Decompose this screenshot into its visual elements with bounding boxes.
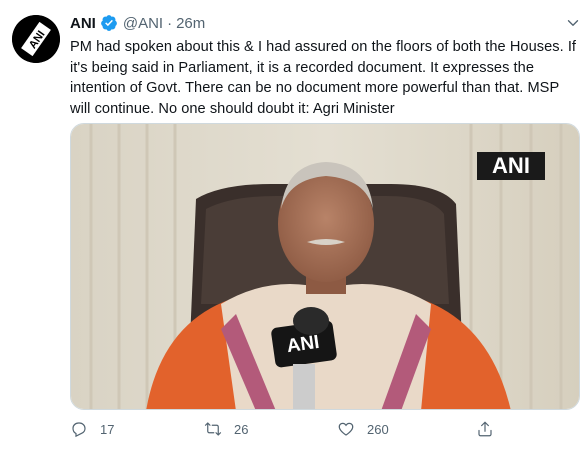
reply-button[interactable]: 17: [70, 420, 114, 438]
tweet-media[interactable]: ANI ANI: [70, 123, 580, 410]
chevron-down-icon[interactable]: [564, 14, 582, 32]
author-name[interactable]: ANI: [70, 15, 96, 32]
tweet-actions: 17 26 260: [70, 420, 580, 442]
like-button[interactable]: 260: [337, 420, 389, 438]
media-watermark: ANI: [492, 153, 530, 178]
retweet-count: 26: [234, 421, 249, 437]
verified-badge-icon: [100, 15, 117, 31]
author-handle[interactable]: @ANI: [123, 15, 163, 32]
tweet-text: PM had spoken about this & I had assured…: [70, 39, 577, 117]
tweet-header: ANI @ANI · 26m: [70, 12, 205, 34]
avatar[interactable]: ANI: [12, 15, 60, 63]
ani-logo-icon: ANI: [12, 15, 60, 63]
tweet-card[interactable]: ANI ANI @ANI · 26m PM had spoken about t…: [0, 0, 588, 449]
share-icon: [478, 421, 492, 437]
retweet-icon: [204, 422, 222, 436]
reply-icon: [72, 422, 86, 438]
retweet-button[interactable]: 26: [204, 420, 248, 438]
tweet-timestamp[interactable]: 26m: [176, 15, 205, 32]
like-count: 260: [367, 421, 389, 437]
reply-count: 17: [100, 421, 115, 437]
media-photo: ANI ANI: [71, 124, 579, 409]
share-button[interactable]: [476, 420, 494, 438]
separator-dot: ·: [167, 14, 173, 32]
heart-icon: [338, 422, 354, 436]
